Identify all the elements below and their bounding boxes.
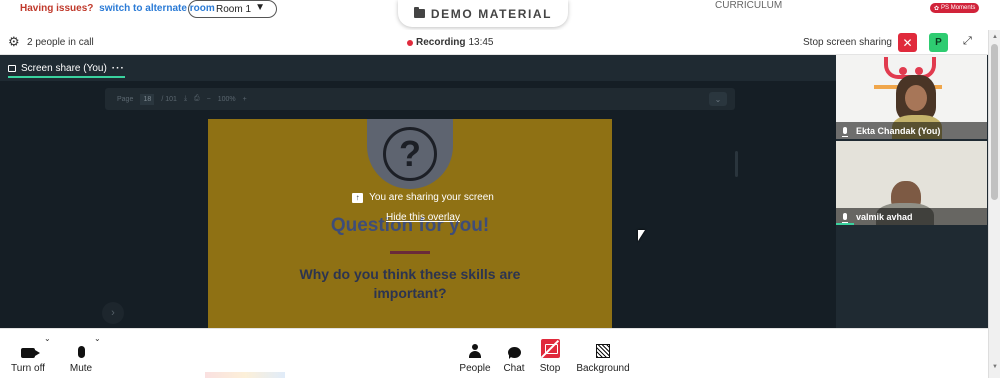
scroll-down-icon[interactable]: ▼ bbox=[992, 364, 998, 370]
stop-sharing-close-button[interactable]: ✕ bbox=[898, 33, 917, 52]
presentation-slide: ? Question for you! Why do you think the… bbox=[208, 119, 612, 328]
demo-material-tab[interactable]: DEMO MATERIAL bbox=[398, 0, 568, 27]
shared-screen-viewer: Page 18 / 101 ⤓ ⎙ − 100% + ⌄ › ? Questio… bbox=[0, 81, 836, 328]
recording-dot-icon bbox=[407, 39, 413, 46]
camera-toggle-button[interactable]: Turn off bbox=[8, 329, 48, 374]
chat-label: Chat bbox=[503, 363, 525, 374]
mouse-cursor-icon bbox=[638, 230, 645, 241]
participant-name: valmik avhad bbox=[856, 211, 913, 222]
hide-overlay-link[interactable]: Hide this overlay bbox=[348, 212, 498, 223]
recording-status: Recording 13:45 bbox=[407, 37, 493, 48]
slide-question: Why do you think these skills are import… bbox=[299, 266, 521, 301]
chat-button[interactable]: Chat bbox=[500, 329, 528, 374]
share-screen-icon: ↑ bbox=[352, 192, 364, 203]
people-label: People bbox=[459, 363, 491, 374]
camera-label: Turn off bbox=[11, 363, 45, 374]
mute-label: Mute bbox=[69, 363, 93, 374]
mic-icon bbox=[842, 127, 848, 137]
camera-options-chevron-icon[interactable]: ⌄ bbox=[44, 334, 51, 343]
recording-time: 13:45 bbox=[468, 37, 494, 48]
room-dropdown[interactable]: Room 1 ▼ bbox=[188, 0, 277, 18]
sharing-message: You are sharing your screen bbox=[369, 192, 494, 203]
background-icon bbox=[596, 344, 610, 358]
sharing-overlay: ↑ You are sharing your screen Hide this … bbox=[348, 192, 498, 223]
moments-icon: ✿ bbox=[934, 5, 940, 12]
logo-dot bbox=[899, 67, 907, 75]
app-page: Having issues? switch to alternate room … bbox=[0, 0, 1000, 378]
stop-screen-sharing-label[interactable]: Stop screen sharing bbox=[803, 37, 892, 48]
people-icon bbox=[469, 344, 481, 358]
curriculum-tab[interactable]: CURRICULUM bbox=[715, 0, 782, 11]
stop-share-icon bbox=[540, 339, 560, 358]
zoom-in-icon[interactable]: + bbox=[243, 96, 247, 103]
mic-options-chevron-icon[interactable]: ⌄ bbox=[94, 334, 101, 343]
slide-divider bbox=[390, 251, 430, 254]
chevron-right-icon[interactable]: › bbox=[102, 302, 124, 324]
expand-icon[interactable]: ⤢ bbox=[963, 35, 972, 48]
stop-label: Stop bbox=[539, 363, 561, 374]
stop-sharing-button[interactable]: Stop bbox=[536, 329, 564, 374]
dropdown-arrow-icon: ▼ bbox=[255, 2, 265, 13]
background-button[interactable]: Background bbox=[574, 329, 632, 374]
more-options-icon[interactable]: ··· bbox=[112, 63, 125, 74]
issue-notice: Having issues? switch to alternate room bbox=[20, 3, 215, 14]
participant-tile[interactable]: valmik avhad bbox=[836, 141, 987, 225]
screen-share-label: Screen share (You) bbox=[21, 62, 107, 74]
chevron-down-icon[interactable]: ⌄ bbox=[709, 92, 727, 106]
viewer-scrollbar[interactable] bbox=[735, 151, 738, 177]
logo-dot bbox=[915, 67, 923, 75]
call-controls-bar: Turn off ⌄ Mute ⌄ People Chat Stop Backg… bbox=[0, 328, 988, 378]
pdf-toolbar: Page 18 / 101 ⤓ ⎙ − 100% + ⌄ bbox=[105, 88, 735, 110]
page-label: Page bbox=[117, 95, 134, 103]
moments-label: PS Moments bbox=[941, 5, 976, 11]
participants-panel: Ekta Chandak (You) valmik avhad bbox=[836, 55, 988, 328]
monitor-icon bbox=[8, 64, 16, 72]
recording-label: Recording bbox=[416, 37, 466, 48]
participant-name-bar: Ekta Chandak (You) bbox=[836, 122, 987, 139]
participant-name: Ekta Chandak (You) bbox=[856, 125, 941, 136]
mic-icon bbox=[842, 213, 848, 223]
speaking-indicator bbox=[836, 223, 854, 225]
people-button[interactable]: People bbox=[458, 329, 492, 374]
decorative-strip bbox=[205, 372, 285, 378]
chat-icon bbox=[507, 347, 521, 359]
question-mark-icon: ? bbox=[367, 119, 453, 189]
zoom-level[interactable]: 100% bbox=[218, 96, 236, 103]
scrollbar-thumb[interactable] bbox=[991, 44, 998, 200]
page-number-input[interactable]: 18 bbox=[140, 93, 155, 105]
participant-tile[interactable]: Ekta Chandak (You) bbox=[836, 55, 987, 139]
gear-icon[interactable]: ⚙ bbox=[8, 35, 20, 48]
screen-share-stage: Screen share (You) ··· Page 18 / 101 ⤓ ⎙… bbox=[0, 55, 836, 328]
top-bar: Having issues? switch to alternate room … bbox=[0, 0, 1000, 30]
background-label: Background bbox=[576, 363, 630, 374]
mute-button[interactable]: Mute bbox=[64, 329, 98, 374]
room-selected: Room 1 bbox=[216, 3, 252, 15]
page-scrollbar[interactable]: ▲ ▼ bbox=[988, 30, 1000, 378]
avatar[interactable]: P bbox=[929, 33, 948, 52]
microphone-icon bbox=[77, 346, 85, 358]
zoom-out-icon[interactable]: − bbox=[207, 96, 211, 103]
camera-icon bbox=[21, 348, 40, 358]
issue-text: Having issues? bbox=[20, 3, 94, 14]
page-total: / 101 bbox=[161, 95, 177, 103]
print-icon[interactable]: ⎙ bbox=[194, 95, 200, 103]
download-icon[interactable]: ⤓ bbox=[184, 95, 187, 103]
participant-name-bar: valmik avhad bbox=[836, 208, 987, 225]
scroll-up-icon[interactable]: ▲ bbox=[992, 34, 998, 40]
screen-share-tab[interactable]: Screen share (You) ··· bbox=[8, 61, 125, 78]
moments-badge[interactable]: ✿ PS Moments bbox=[930, 3, 980, 13]
demo-material-label: DEMO MATERIAL bbox=[430, 6, 553, 21]
people-count: 2 people in call bbox=[27, 37, 94, 48]
folder-icon bbox=[413, 7, 425, 18]
call-header: ⚙ 2 people in call Recording 13:45 Stop … bbox=[0, 30, 988, 55]
